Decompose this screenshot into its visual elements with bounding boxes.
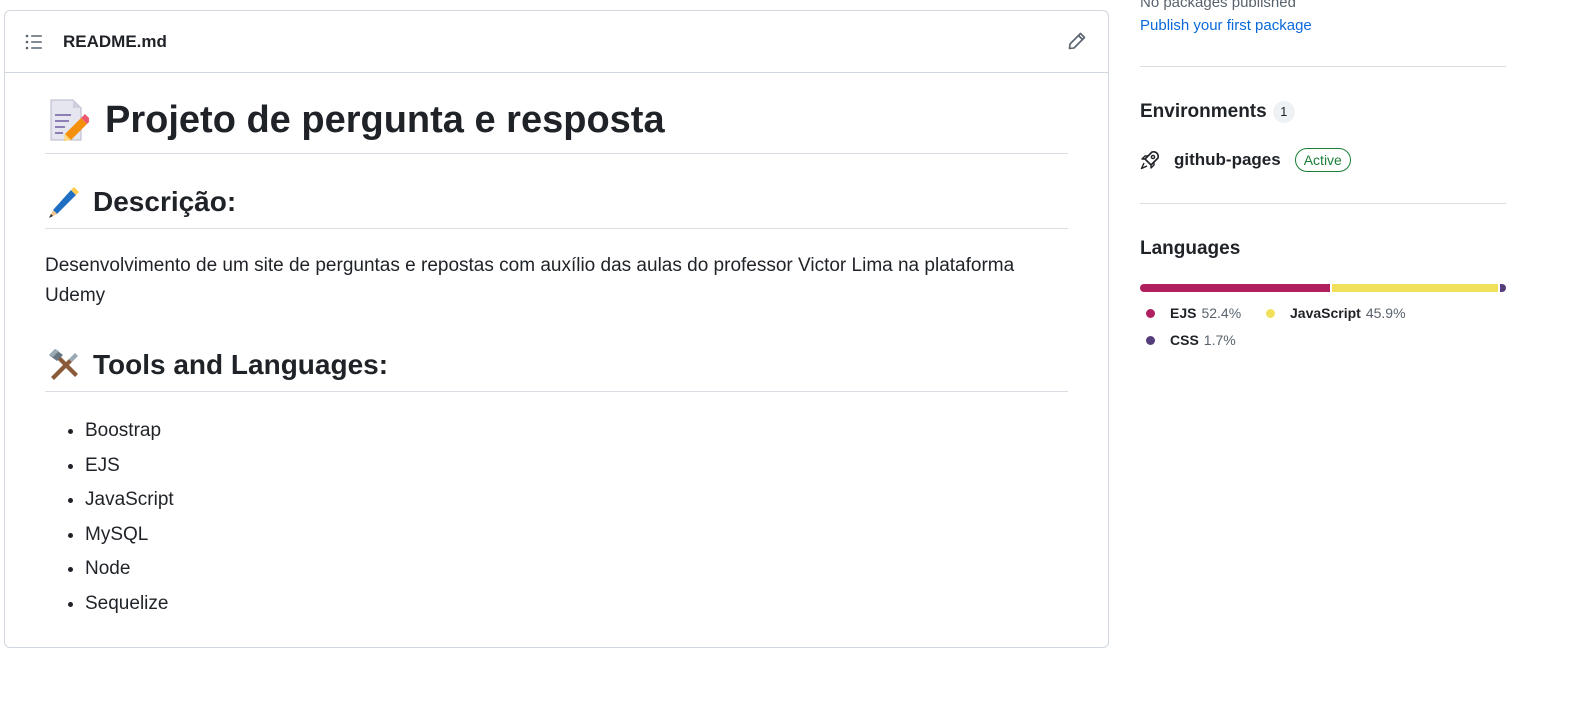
language-color-dot — [1146, 335, 1155, 345]
language-bar-segment-css[interactable] — [1499, 284, 1506, 292]
environments-count-badge: 1 — [1272, 101, 1295, 123]
readme-filename[interactable]: README.md — [63, 32, 167, 52]
readme-title-heading: Projeto de pergunta e resposta — [45, 73, 1068, 154]
language-color-dot — [1146, 308, 1155, 318]
readme-title: Projeto de pergunta e resposta — [105, 99, 665, 141]
hammer-and-wrench-icon — [49, 349, 78, 380]
tools-heading: Tools and Languages: — [45, 311, 1068, 392]
language-item-ejs[interactable]: EJS 52.4% — [1140, 305, 1241, 321]
description-paragraph: Desenvolvimento de um site de perguntas … — [45, 255, 1015, 306]
language-percent: 1.7% — [1203, 332, 1236, 348]
sidebar-divider — [1140, 66, 1506, 67]
language-name: EJS — [1170, 305, 1197, 321]
list-item: Node — [85, 552, 1068, 587]
sidebar-divider — [1140, 203, 1506, 204]
languages-progress-bar — [1140, 284, 1506, 292]
list-item: JavaScript — [85, 483, 1068, 518]
list-item: Boostrap — [85, 414, 1068, 449]
list-unordered-icon[interactable] — [23, 31, 45, 53]
list-item: MySQL — [85, 518, 1068, 553]
readme-content: Projeto de pergunta e resposta Descrição… — [5, 73, 1108, 621]
language-percent: 45.9% — [1365, 305, 1406, 321]
language-bar-segment-javascript[interactable] — [1331, 284, 1498, 292]
language-name: CSS — [1170, 332, 1199, 348]
pen-icon — [49, 187, 79, 218]
language-item-javascript[interactable]: JavaScript 45.9% — [1260, 305, 1406, 321]
language-bar-segment-ejs[interactable] — [1140, 284, 1330, 292]
language-color-dot — [1266, 308, 1275, 318]
memo-icon — [50, 99, 89, 141]
environment-name-link[interactable]: github-pages — [1174, 150, 1281, 170]
language-percent: 52.4% — [1201, 305, 1242, 321]
languages-heading: Languages — [1140, 238, 1241, 259]
list-item: Sequelize — [85, 587, 1068, 622]
environment-status-badge: Active — [1294, 148, 1351, 172]
environments-heading[interactable]: Environments 1 — [1140, 101, 1295, 123]
environments-title: Environments — [1140, 101, 1267, 122]
pencil-icon[interactable] — [1066, 30, 1088, 52]
readme-panel: README.md Projeto de pergunta e resposta — [4, 10, 1109, 648]
tools-heading-text: Tools and Languages: — [93, 349, 389, 380]
list-item: EJS — [85, 449, 1068, 484]
environment-item: github-pages Active — [1140, 148, 1351, 172]
rocket-icon — [1140, 151, 1159, 170]
description-heading: Descrição: — [45, 154, 1068, 229]
tools-list: Boostrap EJS JavaScript MySQL Node Seque… — [45, 414, 1068, 621]
description-heading-text: Descrição: — [93, 186, 237, 217]
language-item-css[interactable]: CSS 1.7% — [1140, 332, 1236, 348]
no-packages-text: No packages published — [1140, 0, 1296, 11]
readme-header: README.md — [5, 11, 1108, 73]
publish-package-link[interactable]: Publish your first package — [1140, 17, 1312, 34]
language-name: JavaScript — [1290, 305, 1361, 321]
